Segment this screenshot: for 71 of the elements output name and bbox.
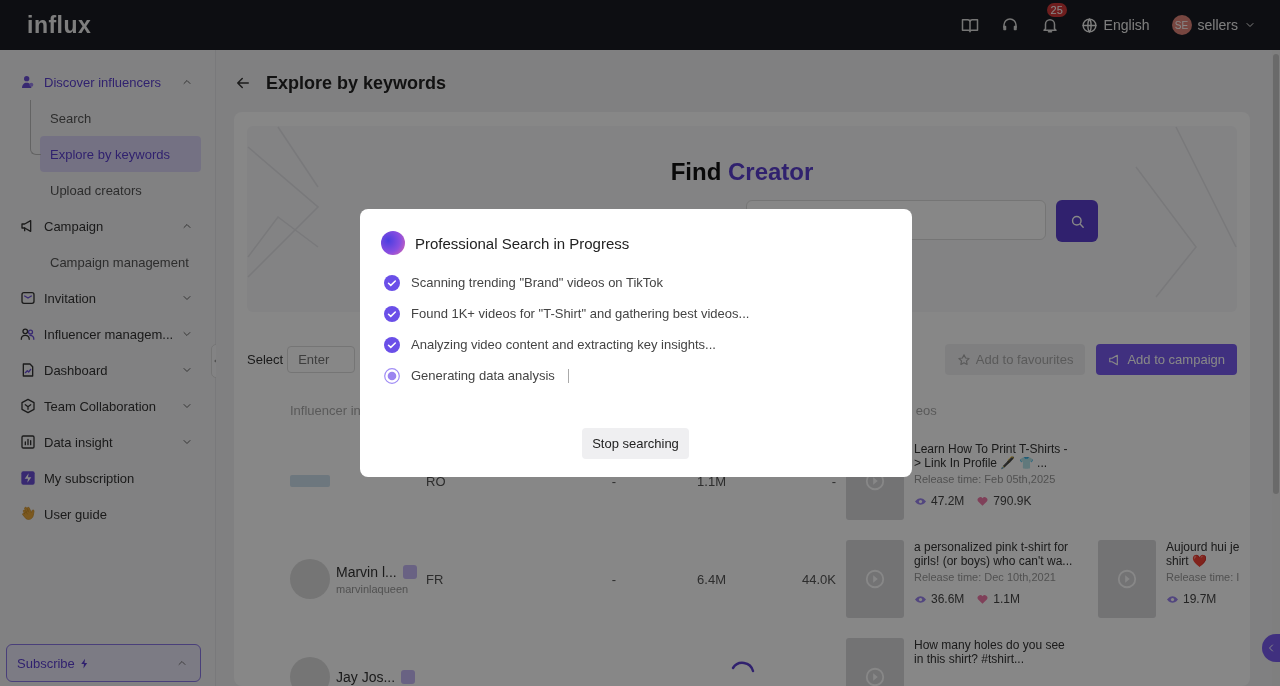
table-cell-text: - [610, 571, 617, 587]
table-cell-text: - [610, 473, 617, 489]
table-cell-text: - [830, 473, 837, 489]
gradient-orb-icon [381, 231, 405, 255]
sidebar-item[interactable]: Invitation [6, 280, 201, 316]
view-count: 47.2M [931, 494, 965, 508]
video-title: a personalized pink t-shirt for girls! (or boys) who can't wa... [914, 540, 1074, 568]
table-cell-text: 6.4M [696, 571, 727, 587]
people-icon [20, 326, 36, 342]
select-count-field[interactable]: Enter [287, 346, 356, 373]
view-count: 36.6M [931, 592, 965, 606]
notifications-button[interactable] [1040, 16, 1059, 34]
sidebar-subitem[interactable]: Campaign management [40, 244, 201, 280]
search-button[interactable] [1056, 200, 1098, 242]
table-cell-text: 1.1M [696, 473, 727, 489]
sidebar-item[interactable]: Influencer managem... [6, 316, 201, 352]
checkbox[interactable] [401, 670, 416, 684]
logo-placeholder [290, 475, 330, 487]
logo: influx [27, 11, 92, 39]
user-menu[interactable]: SE sellers [1171, 15, 1256, 35]
video-title: Learn How To Print T-Shirts -> Link In Profile 🖋 👕 ... [914, 442, 1069, 470]
bell-icon [1040, 16, 1059, 34]
modal-title: Professional Search in Progress [415, 234, 630, 252]
person-icon [20, 74, 36, 90]
notification-count: 25 [1046, 3, 1067, 17]
step-text: Scanning trending "Brand" videos on TikTok [411, 275, 664, 290]
table-cell-text: RO [426, 473, 447, 489]
influencer-name: Marvin l... [336, 563, 397, 580]
table-cell-text: 44.0K [801, 571, 837, 587]
language-selector[interactable]: English [1080, 16, 1150, 34]
book-button[interactable] [960, 16, 979, 34]
sidebar-item[interactable]: Data insight [6, 424, 201, 460]
sidebar-item[interactable]: Campaign [6, 208, 201, 244]
sidebar-item[interactable]: My subscription [6, 460, 201, 496]
step-text: Generating data analysis [411, 368, 555, 383]
like-count: 790.9K [993, 494, 1032, 508]
sidebar-item[interactable]: Team Collaboration [6, 388, 201, 424]
video-title: Aujourd hui je shirt ❤ [1166, 540, 1241, 568]
table-cell-text: FR [426, 571, 445, 587]
subscribe-button[interactable]: Subscribe [6, 644, 201, 682]
globe-icon [1080, 16, 1098, 34]
select-label: Select [247, 352, 284, 367]
video-title: How many holes do you see in this shirt? #tshirt... [914, 638, 1066, 666]
text-cursor [567, 368, 569, 383]
step-text: Found 1K+ videos for "T-Shirt" and gathering best videos... [411, 306, 750, 321]
step-text: Analyzing video content and extracting key insights... [411, 337, 716, 352]
view-count: 19.7M [1183, 592, 1217, 606]
like-count: 1.1M [993, 592, 1021, 606]
heart-icon [976, 494, 990, 508]
hero-title: Find Creator [670, 158, 814, 186]
bar-chart-icon [20, 434, 36, 450]
user-avatar: SE [1171, 15, 1192, 35]
lightning-icon [20, 470, 36, 486]
book-icon [960, 16, 979, 34]
sidebar-subitem[interactable]: Explore by keywords [40, 136, 201, 172]
sidebar-subitem[interactable]: Search [40, 100, 201, 136]
cube-icon [20, 398, 36, 414]
sidebar-item[interactable]: User guide [6, 496, 201, 532]
stop-searching-button[interactable]: Stop searching [582, 428, 689, 459]
page-title: Explore by keywords [266, 72, 447, 94]
checkbox[interactable] [402, 564, 417, 579]
action-button[interactable]: Add to campaign [1096, 344, 1237, 375]
influencer-name: Jay Jos... [336, 669, 396, 685]
star-icon [956, 352, 971, 367]
waving-hand-icon [20, 506, 36, 522]
heart-icon [976, 592, 990, 606]
envelope-icon [20, 290, 36, 306]
document-chart-icon [20, 362, 36, 378]
sidebar-item[interactable]: Discover influencers [6, 64, 201, 100]
sidebar-subitem[interactable]: Upload creators [40, 172, 201, 208]
sidebar-item[interactable]: Dashboard [6, 352, 201, 388]
